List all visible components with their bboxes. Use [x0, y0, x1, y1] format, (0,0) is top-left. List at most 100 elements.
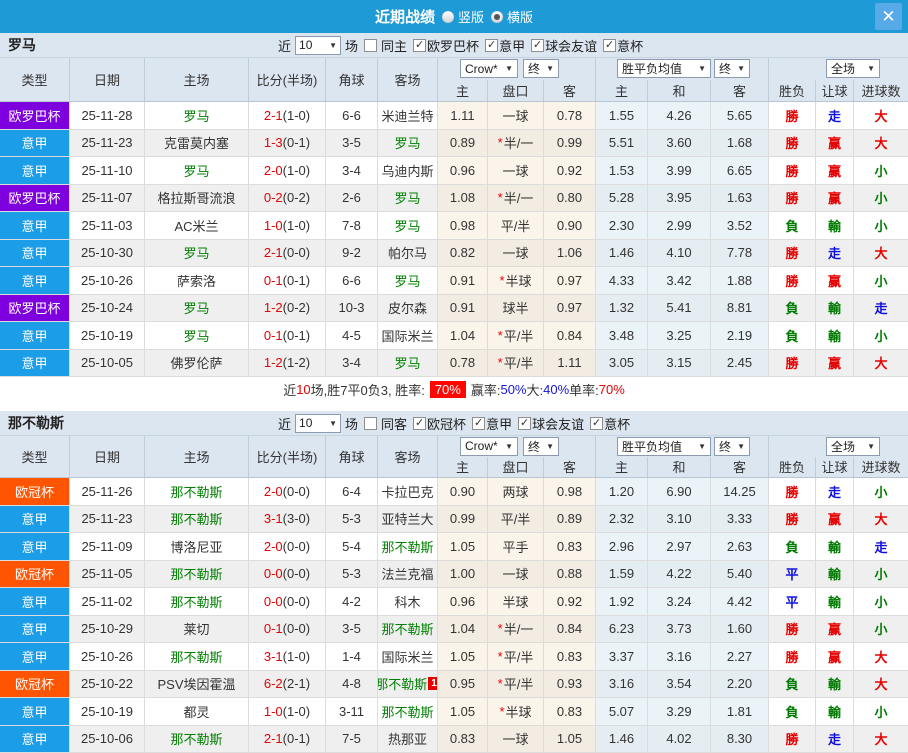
avg-home-odds: 3.05 [596, 349, 648, 377]
odds-controls-row: Crow* ▼ 终 ▼ 胜平负均值 ▼ 终 ▼ 全场 ▼ [438, 58, 908, 80]
handicap-text: 平/半 [500, 512, 531, 528]
corners: 4-5 [326, 322, 378, 350]
avg-home-odds: 4.33 [596, 267, 648, 295]
column-header: 比分(半场) [249, 436, 326, 477]
away-team-name: 那不勒斯 [381, 704, 434, 720]
avg-draw-odds: 3.29 [648, 698, 711, 726]
match-date: 25-11-10 [70, 157, 145, 185]
bookmaker-select[interactable]: Crow* ▼ [460, 436, 518, 456]
away-odds: 0.97 [544, 294, 596, 322]
result-outcome: 平 [769, 560, 816, 588]
away-team: 帕尔马 [378, 239, 438, 267]
average-type-select[interactable]: 胜平负均值 ▼ [617, 436, 711, 456]
halftime-score: (1-0) [282, 162, 311, 178]
away-team: 皮尔森 [378, 294, 438, 322]
corners: 6-6 [326, 267, 378, 295]
score: 1-2 (0-2) [249, 294, 326, 322]
home-team: 那不勒斯 [145, 478, 249, 506]
radio-icon[interactable] [491, 10, 503, 23]
handicap-star: * [499, 703, 505, 719]
checkbox-checked[interactable]: ✓ [603, 38, 617, 52]
bookmaker-select[interactable]: Crow* ▼ [460, 59, 518, 79]
avg-home-odds: 1.92 [596, 588, 648, 616]
league-badge: 欧罗巴杯 [0, 294, 70, 322]
result-goals: 大 [854, 129, 908, 157]
handicap-star: * [497, 648, 503, 664]
sub-column-header: 和 [648, 79, 711, 101]
result-outcome: 勝 [769, 184, 816, 212]
final-odds-select[interactable]: 终 ▼ [523, 436, 559, 456]
sub-column-header: 胜负 [769, 456, 816, 477]
checkbox-checked[interactable]: ✓ [485, 38, 499, 52]
team-section-header: 罗马近 10 ▼ 场同主 ✓ 欧罗巴杯 ✓ 意甲 ✓ 球会友谊 ✓ 意杯 [0, 33, 908, 58]
scope-select[interactable]: 全场 ▼ [826, 59, 880, 79]
table-header: 类型 日期 主场 比分(半场) 角球 客场 Crow* ▼ 终 ▼ 胜平负均值 ▼ 终 ▼ 全场 ▼ 主盘口客主… [0, 58, 908, 102]
result-outcome: 勝 [769, 102, 816, 130]
matches-count-select[interactable]: 10 ▼ [295, 35, 342, 55]
checkbox-checked[interactable]: ✓ [413, 416, 427, 430]
select-value: 胜平负均值 [622, 439, 683, 454]
close-icon[interactable]: ✕ [875, 3, 902, 30]
radio-icon[interactable] [441, 10, 454, 23]
filter-games-label: 场 [345, 38, 359, 54]
checkbox-checked[interactable]: ✓ [472, 416, 486, 430]
halftime-score: (0-0) [282, 593, 311, 609]
away-odds: 0.99 [544, 129, 596, 157]
checkbox-checked[interactable]: ✓ [590, 416, 604, 430]
avg-draw-odds: 3.60 [648, 129, 711, 157]
home-odds: 1.00 [438, 560, 488, 588]
corners: 3-5 [326, 615, 378, 643]
home-odds: 0.78 [438, 349, 488, 377]
handicap-star: * [497, 676, 503, 692]
average-type-select[interactable]: 胜平负均值 ▼ [617, 59, 711, 79]
result-handicap: 赢 [816, 267, 854, 295]
final-average-select[interactable]: 终 ▼ [714, 436, 750, 456]
chevron-down-icon: ▼ [867, 64, 875, 74]
home-team: 罗马 [145, 294, 249, 322]
home-team: 格拉斯哥流浪 [145, 184, 249, 212]
same-venue-label: 同主 [381, 38, 408, 54]
result-goals: 小 [854, 184, 908, 212]
handicap-text: 一球 [502, 108, 529, 124]
checkbox-unchecked[interactable] [364, 38, 378, 52]
matches-count-select[interactable]: 10 ▼ [295, 413, 342, 433]
handicap-line: * 半/一 [488, 615, 544, 643]
away-odds: 0.78 [544, 102, 596, 130]
match-row: 意甲 25-10-19 罗马 0-1 (0-1) 4-5 国际米兰 1.04 * 平/半 0.84 3… [0, 322, 908, 350]
select-value: 终 [528, 62, 541, 77]
handicap-line: * 平/半 [488, 670, 544, 698]
result-handicap: 走 [816, 725, 854, 753]
handicap-line: * 半/一 [488, 184, 544, 212]
fulltime-score: 3-1 [263, 648, 283, 664]
scope-select[interactable]: 全场 ▼ [826, 436, 880, 456]
checkbox-checked[interactable]: ✓ [531, 38, 545, 52]
away-odds: 0.92 [544, 588, 596, 616]
match-filter: 近 10 ▼ 场同客 ✓ 欧冠杯 ✓ 意甲 ✓ 球会友谊 ✓ 意杯 [278, 413, 630, 433]
final-average-select[interactable]: 终 ▼ [714, 59, 750, 79]
select-value: 终 [528, 439, 541, 454]
sub-column-header: 主 [438, 456, 488, 477]
select-value: 全场 [831, 62, 856, 77]
table-header-right: Crow* ▼ 终 ▼ 胜平负均值 ▼ 终 ▼ 全场 ▼ 主盘口客主和客胜负 让球 进球数 [438, 436, 908, 477]
final-odds-select[interactable]: 终 ▼ [523, 59, 559, 79]
home-team: 那不勒斯 [145, 560, 249, 588]
handicap-text: 半球 [505, 273, 532, 289]
handicap-line: 半球 [488, 588, 544, 616]
match-row: 意甲 25-11-23 克雷莫内塞 1-3 (0-1) 3-5 罗马 0.89 * 半/一 0.99… [0, 129, 908, 157]
result-handicap: 輸 [816, 212, 854, 240]
checkbox-checked[interactable]: ✓ [413, 38, 427, 52]
handicap-line: 一球 [488, 725, 544, 753]
avg-draw-odds: 3.24 [648, 588, 711, 616]
corners: 6-4 [326, 478, 378, 506]
league-filter-label: 意甲 [486, 416, 513, 432]
checkbox-checked[interactable]: ✓ [518, 416, 532, 430]
result-handicap: 輸 [816, 588, 854, 616]
section-divider [0, 402, 908, 411]
handicap-line: 平手 [488, 533, 544, 561]
checkbox-unchecked[interactable] [364, 416, 378, 430]
home-team: 罗马 [145, 157, 249, 185]
home-odds: 0.83 [438, 725, 488, 753]
home-team: 那不勒斯 [145, 505, 249, 533]
result-goals: 走 [854, 294, 908, 322]
halftime-score: (0-1) [282, 135, 311, 151]
